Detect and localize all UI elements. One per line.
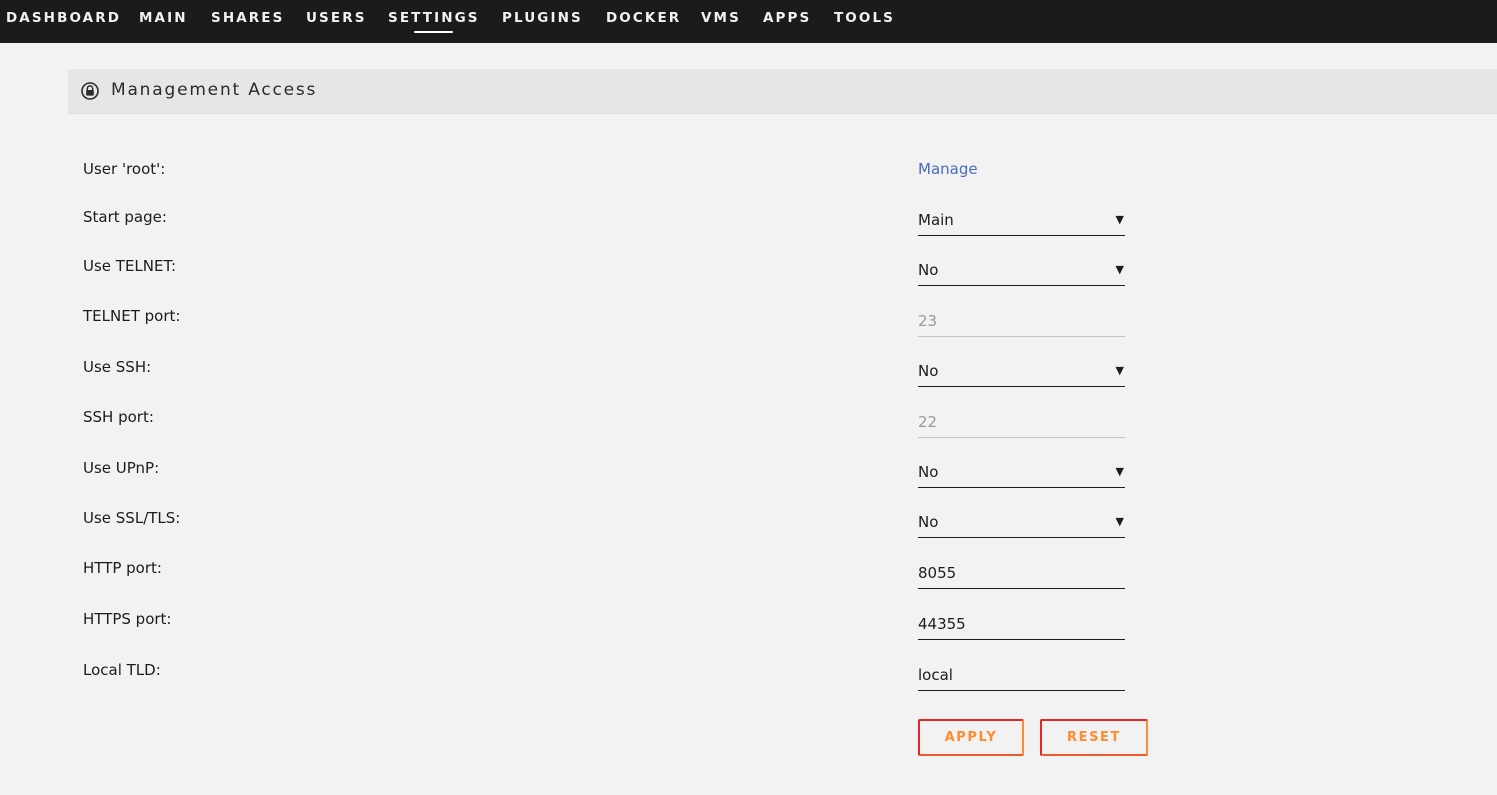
ssh-port-label: SSH port: — [83, 408, 154, 426]
dropdown-arrow-icon: ▼ — [1115, 515, 1124, 528]
section-header: Management Access — [68, 69, 1497, 114]
use-ssh-label: Use SSH: — [83, 358, 152, 376]
https-port-value: 44355 — [918, 615, 966, 633]
start-page-label: Start page: — [83, 208, 167, 226]
dropdown-arrow-icon: ▼ — [1115, 465, 1124, 478]
use-ssl-label: Use SSL/TLS: — [83, 509, 181, 527]
local-tld-value: local — [918, 666, 953, 684]
nav-item-docker[interactable]: DOCKER — [606, 10, 681, 26]
use-ssh-select[interactable]: No ▼ — [918, 356, 1125, 387]
https-port-input[interactable]: 44355 — [918, 609, 1125, 640]
http-port-value: 8055 — [918, 564, 957, 582]
lock-icon — [81, 82, 99, 100]
dropdown-arrow-icon: ▼ — [1115, 263, 1124, 276]
use-telnet-label: Use TELNET: — [83, 257, 177, 275]
user-root-label: User 'root': — [83, 160, 166, 178]
nav-item-settings[interactable]: SETTINGS — [388, 10, 480, 26]
nav-item-main[interactable]: MAIN — [139, 10, 188, 26]
top-navigation: DASHBOARD MAIN SHARES USERS SETTINGS PLU… — [0, 0, 1497, 43]
dropdown-arrow-icon: ▼ — [1115, 364, 1124, 377]
nav-item-shares[interactable]: SHARES — [211, 10, 284, 26]
start-page-select[interactable]: Main ▼ — [918, 205, 1125, 236]
http-port-label: HTTP port: — [83, 559, 162, 577]
nav-item-plugins[interactable]: PLUGINS — [502, 10, 583, 26]
manage-root-link[interactable]: Manage — [918, 160, 978, 178]
active-tab-indicator — [414, 31, 453, 33]
use-telnet-value: No — [918, 261, 939, 279]
nav-item-vms[interactable]: VMS — [701, 10, 741, 26]
nav-item-dashboard[interactable]: DASHBOARD — [6, 10, 121, 26]
dropdown-arrow-icon: ▼ — [1115, 213, 1124, 226]
apply-button[interactable]: APPLY — [918, 719, 1024, 756]
reset-button[interactable]: RESET — [1040, 719, 1148, 756]
nav-item-users[interactable]: USERS — [306, 10, 367, 26]
use-ssl-select[interactable]: No ▼ — [918, 507, 1125, 538]
local-tld-label: Local TLD: — [83, 661, 161, 679]
local-tld-input[interactable]: local — [918, 660, 1125, 691]
use-ssl-value: No — [918, 513, 939, 531]
nav-item-apps[interactable]: APPS — [763, 10, 811, 26]
use-upnp-label: Use UPnP: — [83, 459, 160, 477]
start-page-value: Main — [918, 211, 954, 229]
https-port-label: HTTPS port: — [83, 610, 172, 628]
use-upnp-select[interactable]: No ▼ — [918, 457, 1125, 488]
section-title: Management Access — [111, 80, 318, 100]
ssh-port-value: 22 — [918, 413, 938, 431]
ssh-port-input: 22 — [918, 407, 1125, 438]
use-ssh-value: No — [918, 362, 939, 380]
use-upnp-value: No — [918, 463, 939, 481]
telnet-port-label: TELNET port: — [83, 307, 181, 325]
telnet-port-input: 23 — [918, 306, 1125, 337]
nav-item-tools[interactable]: TOOLS — [834, 10, 895, 26]
use-telnet-select[interactable]: No ▼ — [918, 255, 1125, 286]
telnet-port-value: 23 — [918, 312, 938, 330]
http-port-input[interactable]: 8055 — [918, 558, 1125, 589]
